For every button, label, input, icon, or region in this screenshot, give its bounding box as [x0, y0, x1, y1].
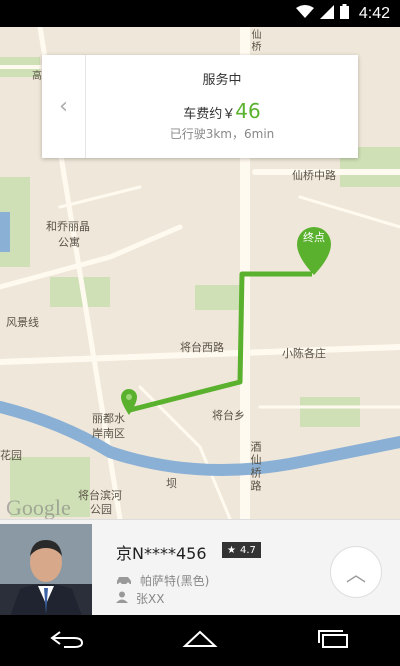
- status-bar: 4:42: [0, 0, 400, 27]
- map-label-area: 小陈各庄: [282, 347, 326, 360]
- driver-name: 张XX: [136, 592, 165, 606]
- back-button[interactable]: ‹: [42, 55, 86, 158]
- map-label-poi: 花园: [0, 449, 22, 462]
- destination-label: 终点: [303, 231, 325, 244]
- car-model-row: 帕萨特(黑色): [116, 572, 209, 589]
- star-icon: ★: [227, 544, 236, 556]
- driver-info-panel[interactable]: 京N****456 ★ 4.7 帕萨特(黑色) 张XX ︿: [0, 519, 400, 616]
- home-icon: [181, 630, 219, 652]
- driver-avatar: [0, 524, 92, 616]
- license-plate: 京N****456: [116, 544, 207, 563]
- driver-name-row: 张XX: [116, 590, 164, 607]
- recents-nav-button[interactable]: [303, 621, 363, 661]
- system-nav-bar: [0, 615, 400, 666]
- rating-value: 4.7: [239, 544, 256, 556]
- map-label-poi: 和乔丽晶: [46, 220, 90, 233]
- back-arrow-icon: [49, 630, 84, 652]
- signal-icon: [319, 4, 334, 23]
- map-label-road: 仙桥: [249, 29, 260, 53]
- trip-status-card: ‹ 服务中 车费约￥46 已行驶3km，6min: [42, 55, 358, 158]
- rating-badge: ★ 4.7: [222, 542, 261, 558]
- google-watermark: Google: [6, 495, 71, 519]
- person-icon: [116, 591, 128, 606]
- map-label-poi: 公寓: [58, 236, 80, 249]
- wifi-icon: [295, 4, 314, 23]
- fare-amount: 46: [235, 99, 261, 123]
- battery-icon: [339, 4, 349, 23]
- home-nav-button[interactable]: [170, 621, 230, 661]
- map-label-road: 仙桥中路: [292, 169, 336, 182]
- map-label-poi: 风景线: [6, 316, 39, 329]
- destination-marker[interactable]: 终点: [297, 227, 331, 275]
- chevron-up-icon: ︿: [346, 561, 366, 586]
- trip-progress: 已行驶3km，6min: [169, 127, 275, 141]
- map-label-poi: 岸南区: [92, 427, 125, 440]
- fare-prefix: 车费约￥: [183, 107, 236, 122]
- car-icon: [116, 574, 132, 588]
- map-label-area: 将台乡: [212, 409, 245, 422]
- car-model: 帕萨特(黑色): [140, 574, 210, 588]
- fare-estimate: 车费约￥46: [86, 99, 358, 123]
- recents-icon: [317, 629, 349, 652]
- map-label-area: 坝: [166, 477, 177, 490]
- back-nav-button[interactable]: [37, 621, 97, 661]
- clock: 4:42: [358, 4, 390, 22]
- map-label-poi: 公园: [90, 503, 112, 516]
- expand-panel-button[interactable]: ︿: [330, 546, 382, 598]
- map-label-road: 将台西路: [180, 341, 224, 354]
- trip-status-title: 服务中: [202, 73, 242, 88]
- chevron-left-icon: ‹: [59, 94, 68, 119]
- map-label-road: 酒仙桥路: [249, 441, 262, 493]
